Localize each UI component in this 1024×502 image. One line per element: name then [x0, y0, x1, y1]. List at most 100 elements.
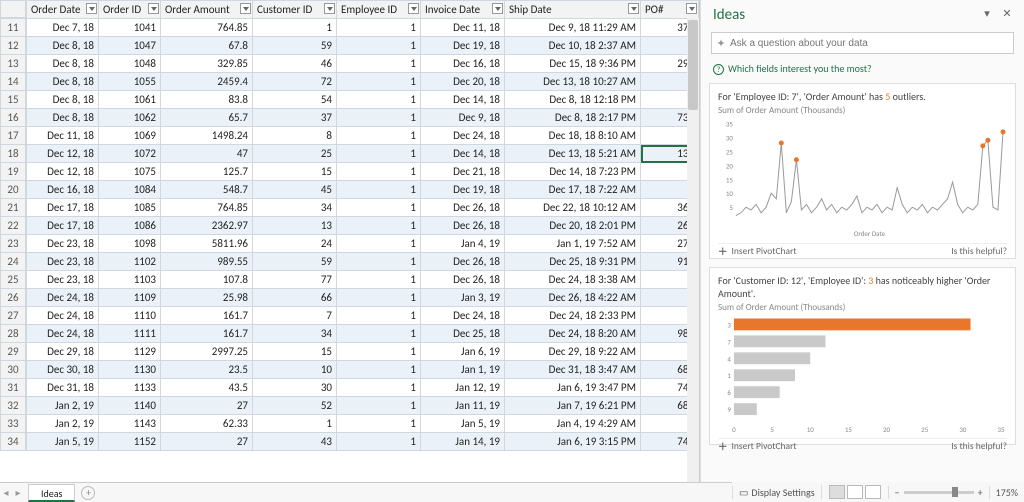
- cell[interactable]: 62.33: [161, 415, 253, 433]
- cell[interactable]: Dec 21, 18: [421, 163, 505, 181]
- row-header[interactable]: 18: [1, 145, 26, 163]
- cell[interactable]: Jan 6, 19: [421, 343, 505, 361]
- cell[interactable]: 1: [337, 235, 421, 253]
- cell[interactable]: 66: [253, 289, 337, 307]
- cell[interactable]: 8: [253, 127, 337, 145]
- cell[interactable]: 1102: [99, 253, 161, 271]
- cell[interactable]: Jan 14, 19: [421, 433, 505, 451]
- table-row[interactable]: Dec 8, 18106265.7371Dec 9, 18Dec 8, 18 2…: [27, 109, 699, 127]
- cell[interactable]: 329.85: [161, 55, 253, 73]
- row-header[interactable]: 27: [1, 307, 26, 325]
- cell[interactable]: Dec 14, 18: [421, 145, 505, 163]
- cell[interactable]: 1062: [99, 109, 161, 127]
- cell[interactable]: 1047: [99, 37, 161, 55]
- cell[interactable]: 1: [337, 109, 421, 127]
- cell[interactable]: 125.7: [161, 163, 253, 181]
- table-row[interactable]: Dec 31, 18113343.5301Jan 12, 19Jan 6, 19…: [27, 379, 699, 397]
- cell[interactable]: Dec 8, 18 2:17 PM: [505, 109, 641, 127]
- table-row[interactable]: Dec 11, 1810691498.2481Dec 24, 18Dec 18,…: [27, 127, 699, 145]
- cell[interactable]: Dec 9, 18 11:29 AM: [505, 19, 641, 37]
- zoom-level[interactable]: 175%: [989, 486, 1024, 499]
- cell[interactable]: Dec 8, 18 12:18 PM: [505, 91, 641, 109]
- cell[interactable]: Jan 4, 19 4:29 AM: [505, 415, 641, 433]
- cell[interactable]: 1086: [99, 217, 161, 235]
- cell[interactable]: Dec 14, 18 7:23 PM: [505, 163, 641, 181]
- outlier-line-chart[interactable]: 5101520253035Order Date: [718, 118, 1007, 241]
- table-row[interactable]: Dec 23, 1810985811.96241Jan 4, 19Jan 1, …: [27, 235, 699, 253]
- cell[interactable]: 2459.4: [161, 73, 253, 91]
- cell[interactable]: 25: [253, 145, 337, 163]
- table-row[interactable]: Dec 17, 1810862362.97131Dec 26, 18Dec 20…: [27, 217, 699, 235]
- cell[interactable]: 1: [337, 91, 421, 109]
- cell[interactable]: Jan 1, 19 7:52 AM: [505, 235, 641, 253]
- cell[interactable]: 548.7: [161, 181, 253, 199]
- cell[interactable]: Dec 25, 18 9:31 PM: [505, 253, 641, 271]
- cell[interactable]: 1: [337, 343, 421, 361]
- table-row[interactable]: Dec 24, 18110925.98661Jan 3, 19Dec 26, 1…: [27, 289, 699, 307]
- cell[interactable]: 1048: [99, 55, 161, 73]
- select-all-corner[interactable]: [0, 0, 26, 18]
- cell[interactable]: Dec 16, 18: [421, 55, 505, 73]
- row-header[interactable]: 19: [1, 163, 26, 181]
- cell[interactable]: 1: [337, 433, 421, 451]
- cell[interactable]: Dec 13, 18 5:21 AM: [505, 145, 641, 163]
- cell[interactable]: 1: [337, 181, 421, 199]
- table-row[interactable]: Dec 23, 181102989.55591Dec 26, 18Dec 25,…: [27, 253, 699, 271]
- cell[interactable]: Jan 5, 19: [27, 433, 99, 451]
- row-header[interactable]: 14: [1, 73, 26, 91]
- row-header[interactable]: 15: [1, 91, 26, 109]
- row-header[interactable]: 30: [1, 361, 26, 379]
- cell[interactable]: Dec 11, 18: [27, 127, 99, 145]
- sheet-nav-prev[interactable]: ◂: [0, 486, 12, 499]
- cell[interactable]: Dec 8, 18: [27, 91, 99, 109]
- filter-button[interactable]: [86, 3, 97, 14]
- cell[interactable]: 107.8: [161, 271, 253, 289]
- cell[interactable]: Jan 12, 19: [421, 379, 505, 397]
- cell[interactable]: Dec 15, 18 9:36 PM: [505, 55, 641, 73]
- row-header[interactable]: 11: [1, 19, 26, 37]
- cell[interactable]: Dec 8, 18: [27, 109, 99, 127]
- cell[interactable]: 1069: [99, 127, 161, 145]
- sheet-nav-next[interactable]: ▸: [12, 486, 24, 499]
- cell[interactable]: 1152: [99, 433, 161, 451]
- cell[interactable]: 764.85: [161, 19, 253, 37]
- cell[interactable]: Dec 24, 18: [27, 325, 99, 343]
- cell[interactable]: Dec 20, 18: [421, 73, 505, 91]
- cell[interactable]: 72: [253, 73, 337, 91]
- cell[interactable]: 989.55: [161, 253, 253, 271]
- normal-view-button[interactable]: [829, 485, 845, 499]
- cell[interactable]: 1: [337, 217, 421, 235]
- cell[interactable]: 47: [161, 145, 253, 163]
- cell[interactable]: 27: [161, 397, 253, 415]
- cell[interactable]: 23.5: [161, 361, 253, 379]
- cell[interactable]: Dec 9, 18: [421, 109, 505, 127]
- table-row[interactable]: Dec 12, 18107247251Dec 14, 18Dec 13, 18 …: [27, 145, 699, 163]
- cell[interactable]: 1111: [99, 325, 161, 343]
- cell[interactable]: 1498.24: [161, 127, 253, 145]
- table-row[interactable]: Dec 16, 181084548.7451Dec 19, 18Dec 17, …: [27, 181, 699, 199]
- cell[interactable]: Dec 23, 18: [27, 253, 99, 271]
- cell[interactable]: 1130: [99, 361, 161, 379]
- ask-question-input[interactable]: [730, 38, 1013, 49]
- vertical-scrollbar[interactable]: [687, 18, 699, 482]
- row-header[interactable]: 31: [1, 379, 26, 397]
- row-header[interactable]: 28: [1, 325, 26, 343]
- cell[interactable]: 161.7: [161, 325, 253, 343]
- is-helpful-link[interactable]: Is this helpful?: [951, 440, 1007, 452]
- table-row[interactable]: Dec 29, 1811292997.25151Jan 6, 19Dec 29,…: [27, 343, 699, 361]
- cell[interactable]: Dec 24, 18 8:20 AM: [505, 325, 641, 343]
- close-icon[interactable]: ✕: [1000, 8, 1014, 22]
- cell[interactable]: 27: [161, 433, 253, 451]
- table-row[interactable]: Dec 24, 181111161.7341Dec 25, 18Dec 24, …: [27, 325, 699, 343]
- cell[interactable]: Jan 6, 19 3:47 PM: [505, 379, 641, 397]
- cell[interactable]: Dec 31, 18: [27, 379, 99, 397]
- cell[interactable]: 1: [337, 397, 421, 415]
- cell[interactable]: 1109: [99, 289, 161, 307]
- comparison-bar-chart[interactable]: 37416905101520253035: [718, 315, 1007, 436]
- column-header[interactable]: Employee ID: [337, 1, 421, 19]
- table-row[interactable]: Dec 12, 181075125.7151Dec 21, 18Dec 14, …: [27, 163, 699, 181]
- add-sheet-button[interactable]: +: [81, 486, 95, 500]
- cell[interactable]: 1098: [99, 235, 161, 253]
- cell[interactable]: Dec 30, 18: [27, 361, 99, 379]
- cell[interactable]: 2997.25: [161, 343, 253, 361]
